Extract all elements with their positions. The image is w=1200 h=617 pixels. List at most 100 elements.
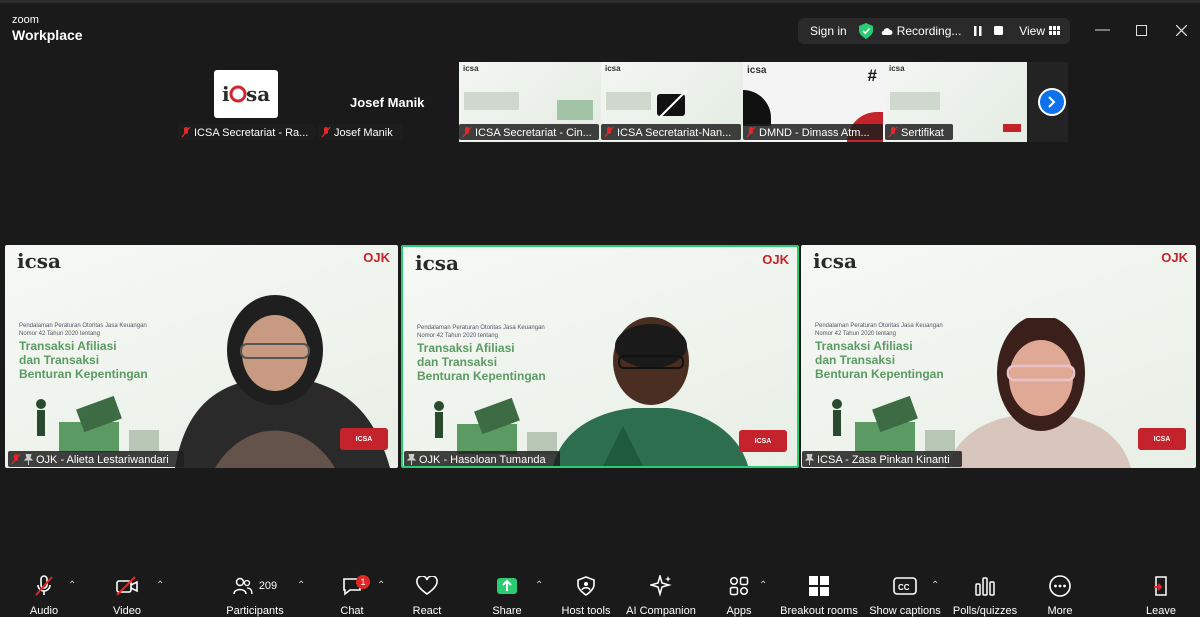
mic-muted-icon (35, 575, 53, 596)
slide-title-line: Transaksi Afiliasi (19, 339, 117, 353)
heart-icon (416, 576, 438, 595)
icsa-logo: icsa (415, 251, 459, 275)
participant-name-tag: Josef Manik (318, 124, 403, 140)
slide-title: Transaksi Afiliasi dan Transaksi Bentura… (417, 341, 557, 383)
chat-badge: 1 (356, 575, 370, 589)
cloud-icon (881, 27, 893, 35)
participant-name-tag: ICSA Secretariat-Nan... (601, 124, 741, 140)
participant-display-name: Josef Manik (350, 95, 425, 110)
pin-icon (407, 454, 416, 465)
close-icon[interactable] (1176, 25, 1187, 36)
slide-title-line: Benturan Kepentingan (19, 366, 148, 381)
react-button[interactable]: React (410, 574, 444, 617)
video-tile[interactable]: icsa OJK Pendalaman Peraturan Otoritas J… (5, 245, 398, 468)
participant-name: ICSA Secretariat-Nan... (617, 126, 732, 139)
participant-video (553, 317, 748, 466)
more-label: More (1047, 605, 1073, 617)
host-tools-button[interactable]: Host tools (560, 574, 612, 617)
icsa-badge: ICSA (739, 430, 787, 452)
ojk-logo: OJK (762, 252, 789, 267)
polls-button[interactable]: Polls/quizzes (952, 574, 1018, 617)
ai-companion-label: AI Companion (626, 605, 696, 617)
leave-button[interactable]: Leave (1144, 574, 1178, 617)
captions-icon: CC (893, 577, 917, 595)
participant-name-tag: OJK - Alieta Lestariwandari (8, 451, 184, 467)
zoom-logo: zoom Workplace (12, 14, 83, 43)
video-tile-active-speaker[interactable]: icsa OJK Pendalaman Peraturan Otoritas J… (401, 245, 799, 468)
participant-name-tag: Sertifikat (885, 124, 953, 140)
participants-count: 209 (258, 580, 278, 592)
pause-icon[interactable] (971, 25, 985, 37)
chat-options-caret[interactable]: ⌃ (377, 580, 385, 591)
slide-intro: Pendalaman Peraturan Otoritas Jasa Keuan… (417, 325, 545, 339)
mic-muted-icon (321, 127, 331, 138)
apps-options-caret[interactable]: ⌃ (759, 580, 767, 591)
recording-label: Recording... (896, 24, 962, 38)
video-button[interactable]: Video (108, 574, 146, 617)
breakout-rooms-button[interactable]: Breakout rooms (780, 574, 858, 617)
more-icon (1049, 575, 1071, 597)
icsa-logo: icsa (813, 249, 857, 273)
participant-name: OJK - Alieta Lestariwandari (36, 453, 169, 466)
audio-options-caret[interactable]: ⌃ (68, 580, 76, 591)
minimize-icon[interactable]: — (1095, 21, 1110, 38)
participants-options-caret[interactable]: ⌃ (297, 580, 305, 591)
participant-video (946, 318, 1131, 468)
video-options-caret[interactable]: ⌃ (156, 580, 164, 591)
maximize-icon[interactable] (1136, 25, 1147, 36)
brand-line1: zoom (12, 14, 39, 26)
share-button[interactable]: Share (490, 574, 524, 617)
thumbnail-participant[interactable]: icsa ICSA Secretariat-Nan... (601, 62, 743, 142)
slide-title-line: Benturan Kepentingan (417, 368, 546, 383)
participants-label: Participants (226, 605, 284, 617)
sparkle-icon (650, 575, 672, 597)
participant-name: ICSA - Zasa Pinkan Kinanti (817, 453, 950, 466)
slide-text-block (606, 92, 651, 110)
recording-indicator[interactable]: Recording... (881, 24, 1006, 38)
participant-name-tag: ICSA - Zasa Pinkan Kinanti (802, 451, 962, 467)
ai-companion-button[interactable]: AI Companion (626, 574, 696, 617)
participant-name: Josef Manik (334, 126, 393, 139)
share-screen-icon (497, 578, 517, 594)
shield-check-icon[interactable] (858, 23, 873, 39)
chat-button[interactable]: 1 Chat (336, 574, 370, 617)
video-tile[interactable]: icsa OJK Pendalaman Peraturan Otoritas J… (801, 245, 1196, 468)
meeting-status-group: Sign in Recording... View (798, 18, 1070, 44)
slide-title: Transaksi Afiliasi dan Transaksi Bentura… (19, 339, 159, 381)
leave-label: Leave (1146, 605, 1176, 617)
captions-options-caret[interactable]: ⌃ (931, 580, 939, 591)
audio-button[interactable]: Audio (26, 574, 62, 617)
mic-muted-icon (462, 127, 472, 138)
breakout-rooms-icon (809, 576, 829, 596)
thumbnail-participant[interactable]: icsa ICSA Secretariat - Cin... (459, 62, 601, 142)
slide-title-line: Transaksi Afiliasi (417, 341, 515, 355)
grid-view-icon (1049, 26, 1060, 35)
stop-icon[interactable] (993, 25, 1005, 37)
show-captions-label: Show captions (869, 605, 941, 617)
thumbnail-participant[interactable]: Josef Manik Josef Manik (318, 62, 455, 142)
video-off-icon (116, 576, 138, 596)
mic-muted-icon (746, 127, 756, 138)
more-button[interactable]: More (1044, 574, 1076, 617)
view-button[interactable]: View (1009, 24, 1070, 38)
participant-name: OJK - Hasoloan Tumanda (419, 453, 546, 466)
share-label: Share (492, 605, 522, 617)
apps-button[interactable]: Apps (724, 574, 754, 617)
next-page-button[interactable] (1038, 88, 1066, 116)
svg-text:sa: sa (246, 82, 270, 106)
share-options-caret[interactable]: ⌃ (535, 580, 543, 591)
video-off-icon (657, 89, 688, 119)
title-bar: zoom Workplace Sign in Recording... View… (0, 0, 1200, 49)
slide-title: Transaksi Afiliasi dan Transaksi Bentura… (815, 339, 955, 381)
thumbnail-participant[interactable]: icsa # DMND - Dimass Atm... (743, 62, 885, 142)
avatar: i sa (214, 70, 278, 118)
sign-in-button[interactable]: Sign in (798, 24, 859, 38)
participants-button[interactable]: 209 Participants (222, 574, 288, 617)
slide-illustration (557, 100, 593, 120)
shield-icon (577, 576, 595, 596)
participant-name: DMND - Dimass Atm... (759, 126, 870, 139)
icsa-badge: ICSA (340, 428, 388, 450)
thumbnail-participant[interactable]: i sa ICSA Secretariat - Ra... (178, 62, 315, 142)
view-label: View (1019, 24, 1045, 38)
thumbnail-participant[interactable]: icsa Sertifikat (885, 62, 1027, 142)
